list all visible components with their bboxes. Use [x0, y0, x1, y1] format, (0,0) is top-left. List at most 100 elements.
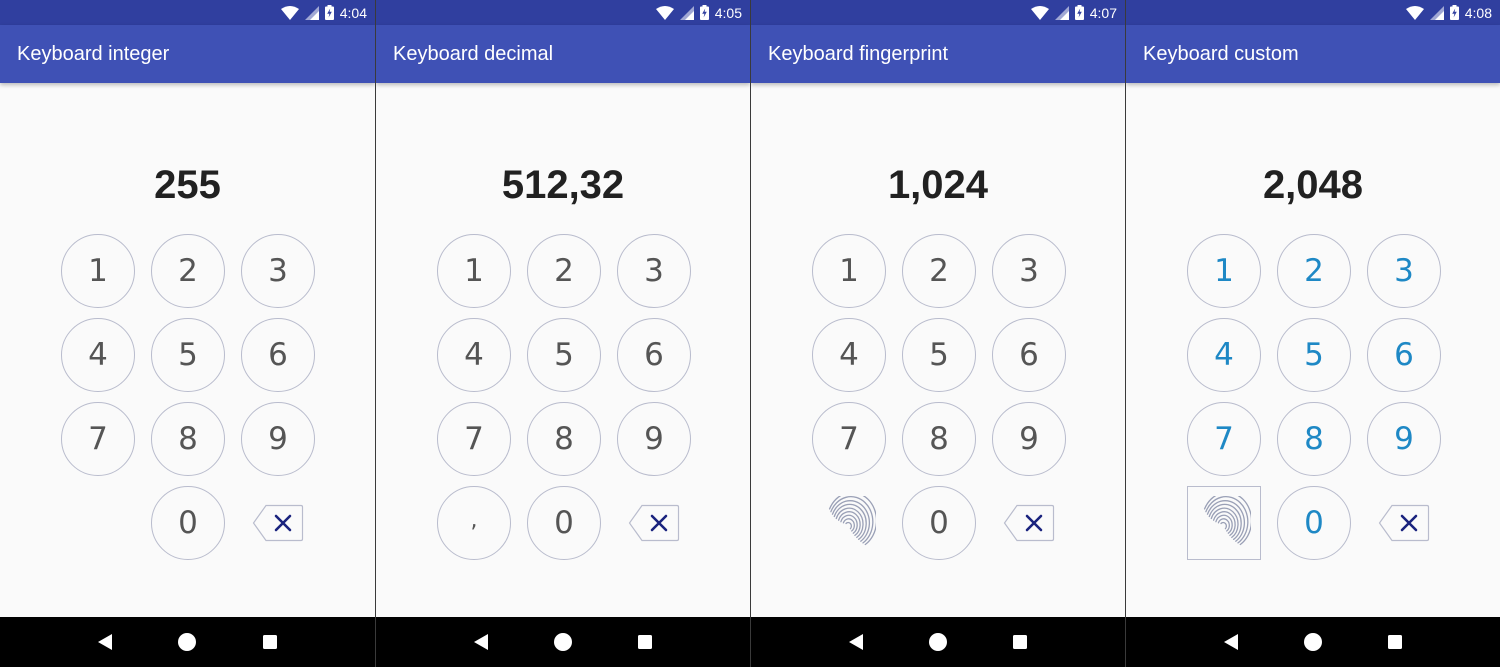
app-bar-title: Keyboard integer: [17, 42, 170, 65]
digit-key[interactable]: 6: [617, 318, 691, 392]
digit-key[interactable]: 0: [902, 486, 976, 560]
fingerprint-button[interactable]: [1187, 486, 1261, 560]
digit-key[interactable]: 9: [617, 402, 691, 476]
digit-key[interactable]: 4: [437, 318, 511, 392]
digit-key[interactable]: 3: [1367, 234, 1441, 308]
digit-key[interactable]: 5: [902, 318, 976, 392]
digit-key[interactable]: 8: [902, 402, 976, 476]
empty-key: [61, 486, 135, 560]
digit-key[interactable]: 4: [812, 318, 886, 392]
backspace-button[interactable]: [1367, 486, 1441, 560]
decimal-key[interactable]: ,: [437, 486, 511, 560]
numeric-keypad: 123 456 7890: [1187, 234, 1441, 560]
digit-key[interactable]: 4: [1187, 318, 1261, 392]
digit-key[interactable]: 9: [992, 402, 1066, 476]
digit-key[interactable]: 2: [527, 234, 601, 308]
content-area: 1,024 1 2 3 4 5 6 7 8 9 0: [751, 83, 1125, 617]
amount-display: 255: [154, 163, 221, 207]
app-bar: Keyboard decimal: [376, 25, 750, 83]
content-area: 255 1 2 3 4 5 6 7 8 9 0: [0, 83, 375, 617]
back-icon[interactable]: [844, 630, 868, 654]
navigation-bar: [751, 617, 1125, 667]
content-area: 2,048 1 2 3 4 5 6 7 8 9 0: [1126, 83, 1500, 617]
digit-key[interactable]: 0: [1277, 486, 1351, 560]
amount-display: 2,048: [1262, 163, 1364, 207]
digit-key[interactable]: 1: [812, 234, 886, 308]
status-time: 4:05: [714, 4, 742, 21]
back-icon[interactable]: [93, 630, 117, 654]
fingerprint-icon: [1197, 496, 1251, 550]
digit-key[interactable]: 6: [992, 318, 1066, 392]
navigation-bar: [376, 617, 750, 667]
digit-key[interactable]: 1: [61, 234, 135, 308]
digit-key[interactable]: 5: [527, 318, 601, 392]
numeric-keypad: 123 456 7890: [812, 234, 1066, 560]
digit-key[interactable]: 9: [1367, 402, 1441, 476]
status-bar: 4:05: [376, 0, 750, 25]
digit-key[interactable]: 6: [241, 318, 315, 392]
amount-display: 512,32: [501, 163, 625, 207]
signal-icon: [679, 5, 694, 20]
backspace-icon: [628, 504, 680, 542]
wifi-icon: [1405, 5, 1424, 20]
app-bar: Keyboard fingerprint: [751, 25, 1125, 83]
app-bar: Keyboard integer: [0, 25, 375, 83]
digit-key[interactable]: 5: [1277, 318, 1351, 392]
recents-icon[interactable]: [1383, 630, 1407, 654]
digit-key[interactable]: 0: [527, 486, 601, 560]
digit-key[interactable]: 1: [437, 234, 511, 308]
app-bar: Keyboard custom: [1126, 25, 1500, 83]
battery-charging-icon: [1074, 5, 1084, 20]
backspace-button[interactable]: [617, 486, 691, 560]
app-bar-title: Keyboard decimal: [393, 42, 554, 65]
app-bar-title: Keyboard fingerprint: [768, 42, 949, 65]
digit-key[interactable]: 1: [1187, 234, 1261, 308]
home-icon[interactable]: [926, 630, 950, 654]
status-time: 4:07: [1089, 4, 1117, 21]
fingerprint-icon: [822, 496, 876, 550]
backspace-icon: [1003, 504, 1055, 542]
wifi-icon: [655, 5, 674, 20]
digit-key[interactable]: 8: [527, 402, 601, 476]
digit-key[interactable]: 7: [812, 402, 886, 476]
app-bar-title: Keyboard custom: [1143, 42, 1299, 65]
recents-icon[interactable]: [633, 630, 657, 654]
digit-key[interactable]: 2: [1277, 234, 1351, 308]
fingerprint-button[interactable]: [812, 486, 886, 560]
recents-icon[interactable]: [258, 630, 282, 654]
digit-key[interactable]: 7: [1187, 402, 1261, 476]
back-icon[interactable]: [1219, 630, 1243, 654]
signal-icon: [1054, 5, 1069, 20]
battery-charging-icon: [699, 5, 709, 20]
signal-icon: [1429, 5, 1444, 20]
backspace-icon: [1378, 504, 1430, 542]
digit-key[interactable]: 6: [1367, 318, 1441, 392]
backspace-button[interactable]: [241, 486, 315, 560]
status-time: 4:08: [1464, 4, 1492, 21]
status-time: 4:04: [339, 4, 367, 21]
digit-key[interactable]: 3: [992, 234, 1066, 308]
digit-key[interactable]: 0: [151, 486, 225, 560]
backspace-button[interactable]: [992, 486, 1066, 560]
digit-key[interactable]: 2: [151, 234, 225, 308]
digit-key[interactable]: 3: [617, 234, 691, 308]
home-icon[interactable]: [1301, 630, 1325, 654]
wifi-icon: [280, 5, 299, 20]
recents-icon[interactable]: [1008, 630, 1032, 654]
digit-key[interactable]: 2: [902, 234, 976, 308]
digit-key[interactable]: 9: [241, 402, 315, 476]
digit-key[interactable]: 4: [61, 318, 135, 392]
digit-key[interactable]: 7: [437, 402, 511, 476]
digit-key[interactable]: 5: [151, 318, 225, 392]
screens-container: 4:04 Keyboard integer 255 1 2 3 4 5 6 7 8 9 0 4:05 Key…: [0, 0, 1500, 667]
digit-key[interactable]: 7: [61, 402, 135, 476]
home-icon[interactable]: [175, 630, 199, 654]
digit-key[interactable]: 3: [241, 234, 315, 308]
navigation-bar: [0, 617, 375, 667]
home-icon[interactable]: [551, 630, 575, 654]
status-bar: 4:08: [1126, 0, 1500, 25]
back-icon[interactable]: [469, 630, 493, 654]
digit-key[interactable]: 8: [1277, 402, 1351, 476]
battery-charging-icon: [324, 5, 334, 20]
digit-key[interactable]: 8: [151, 402, 225, 476]
